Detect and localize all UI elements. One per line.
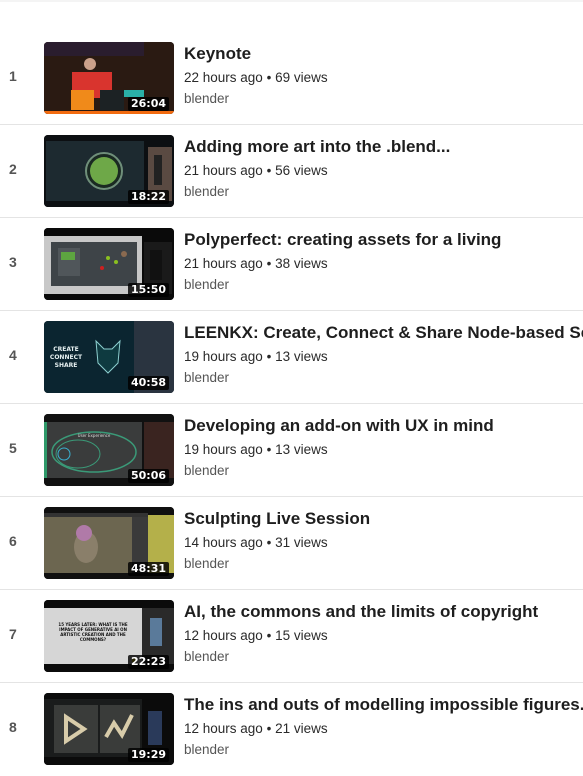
duration-badge: 40:58 (127, 376, 169, 390)
view-count: 15 views (275, 628, 328, 643)
view-count: 13 views (275, 442, 328, 457)
video-meta: 14 hours ago • 31 views (184, 535, 328, 550)
duration-badge: 50:06 (127, 469, 169, 483)
thumb-text-line: CREATE (53, 346, 79, 353)
video-title[interactable]: LEENKX: Create, Connect & Share Node-bas… (184, 323, 583, 343)
top-border (0, 0, 583, 2)
video-index: 5 (9, 440, 17, 456)
thumb-text-line: SHARE (55, 362, 78, 369)
channel-name[interactable]: blender (184, 463, 229, 478)
separator-dot: • (266, 70, 272, 85)
channel-name[interactable]: blender (184, 649, 229, 664)
separator-dot: • (266, 535, 272, 550)
video-thumbnail[interactable]: 48:31 (44, 507, 174, 579)
video-meta: 12 hours ago • 21 views (184, 721, 328, 736)
view-count: 56 views (275, 163, 328, 178)
channel-name[interactable]: blender (184, 277, 229, 292)
separator-dot: • (266, 256, 272, 271)
video-meta: 21 hours ago • 56 views (184, 163, 328, 178)
video-row[interactable]: 2 18:22 Adding more art into the .blend...… (0, 125, 583, 218)
video-thumbnail[interactable]: CREATE CONNECT SHARE 40:58 (44, 321, 174, 393)
video-thumbnail[interactable]: 15 YEARS LATER: WHAT IS THE IMPACT OF GEN… (44, 600, 174, 672)
thumb-text-line: COMMONS? (80, 637, 107, 642)
channel-name[interactable]: blender (184, 184, 229, 199)
video-index: 7 (9, 626, 17, 642)
separator-dot: • (266, 721, 272, 736)
thumb-text-line: CONNECT (50, 354, 83, 361)
channel-name[interactable]: blender (184, 742, 229, 757)
view-count: 31 views (275, 535, 328, 550)
video-row[interactable]: 8 19:29 The ins and outs of modelling impo… (0, 683, 583, 776)
video-index: 1 (9, 68, 17, 84)
video-thumbnail[interactable]: 19:29 (44, 693, 174, 765)
upload-age: 22 hours ago (184, 70, 263, 85)
video-row[interactable]: 7 15 YEARS LATER: WHAT IS THE IMPACT OF GE… (0, 590, 583, 683)
watch-progress-bar (44, 111, 174, 114)
duration-badge: 18:22 (127, 190, 169, 204)
upload-age: 21 hours ago (184, 163, 263, 178)
video-index: 8 (9, 719, 17, 735)
upload-age: 21 hours ago (184, 256, 263, 271)
separator-dot: • (266, 628, 272, 643)
video-thumbnail[interactable]: User Experience 50:06 (44, 414, 174, 486)
video-meta: 19 hours ago • 13 views (184, 442, 328, 457)
video-title[interactable]: Adding more art into the .blend... (184, 137, 583, 157)
video-meta: 19 hours ago • 13 views (184, 349, 328, 364)
video-row[interactable]: 1 26:04 Keynote 22 hours ago • 69 views blen… (0, 32, 583, 125)
video-thumbnail[interactable]: 18:22 (44, 135, 174, 207)
thumb-text-line: User Experience (78, 433, 111, 438)
video-row[interactable]: 4 CREATE CONNECT SHARE 40:58 LEENKX: Create, … (0, 311, 583, 404)
separator-dot: • (266, 163, 272, 178)
video-title[interactable]: The ins and outs of modelling impossible… (184, 695, 583, 715)
duration-badge: 15:50 (127, 283, 169, 297)
separator-dot: • (266, 349, 272, 364)
view-count: 38 views (275, 256, 328, 271)
video-index: 2 (9, 161, 17, 177)
video-list: 1 26:04 Keynote 22 hours ago • 69 views blen… (0, 32, 583, 776)
video-row[interactable]: 5 User Experience 50:06 Developing an add-o… (0, 404, 583, 497)
video-thumbnail[interactable]: 26:04 (44, 42, 174, 114)
channel-name[interactable]: blender (184, 91, 229, 106)
channel-name[interactable]: blender (184, 370, 229, 385)
upload-age: 12 hours ago (184, 721, 263, 736)
upload-age: 12 hours ago (184, 628, 263, 643)
view-count: 21 views (275, 721, 328, 736)
separator-dot: • (266, 442, 272, 457)
view-count: 69 views (275, 70, 328, 85)
video-thumbnail[interactable]: 15:50 (44, 228, 174, 300)
video-title[interactable]: Sculpting Live Session (184, 509, 583, 529)
video-title[interactable]: Developing an add-on with UX in mind (184, 416, 583, 436)
view-count: 13 views (275, 349, 328, 364)
video-index: 3 (9, 254, 17, 270)
video-meta: 21 hours ago • 38 views (184, 256, 328, 271)
duration-badge: 22:23 (127, 655, 169, 669)
duration-badge: 26:04 (127, 97, 169, 111)
upload-age: 14 hours ago (184, 535, 263, 550)
video-row[interactable]: 6 48:31 Sculpting Live Session 14 hours ago… (0, 497, 583, 590)
video-meta: 12 hours ago • 15 views (184, 628, 328, 643)
duration-badge: 19:29 (127, 748, 169, 762)
channel-name[interactable]: blender (184, 556, 229, 571)
video-index: 4 (9, 347, 17, 363)
duration-badge: 48:31 (127, 562, 169, 576)
video-title[interactable]: Keynote (184, 44, 583, 64)
video-meta: 22 hours ago • 69 views (184, 70, 328, 85)
video-row[interactable]: 3 15:50 Polyperfect: creating assets for a… (0, 218, 583, 311)
video-index: 6 (9, 533, 17, 549)
upload-age: 19 hours ago (184, 442, 263, 457)
video-title[interactable]: Polyperfect: creating assets for a livin… (184, 230, 583, 250)
upload-age: 19 hours ago (184, 349, 263, 364)
video-title[interactable]: AI, the commons and the limits of copyri… (184, 602, 583, 622)
